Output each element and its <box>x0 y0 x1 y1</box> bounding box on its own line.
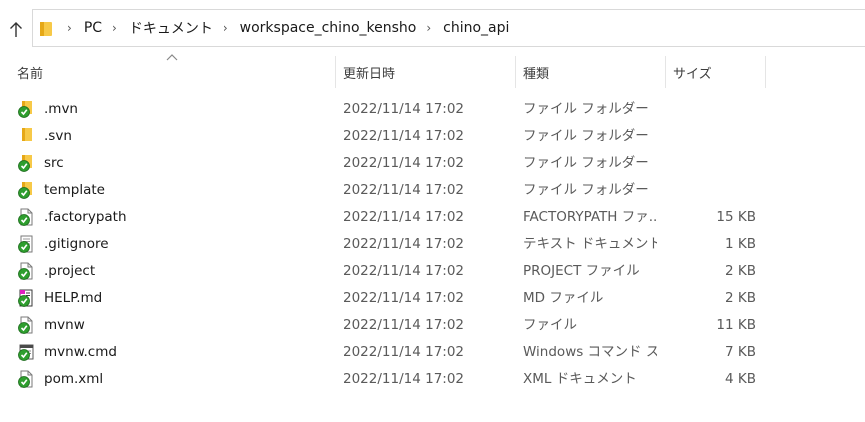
file-name[interactable]: .factorypath <box>44 204 127 231</box>
file-name[interactable]: .mvn <box>44 96 78 123</box>
file-row[interactable]: .project 2022/11/14 17:02 PROJECT ファイル 2… <box>0 258 865 285</box>
file-date: 2022/11/14 17:02 <box>343 290 465 306</box>
file-type: ファイル フォルダー <box>523 155 649 171</box>
column-divider[interactable] <box>515 56 516 88</box>
folder-check-icon <box>17 154 35 172</box>
file-name[interactable]: mvnw.cmd <box>44 339 117 366</box>
file-type: XML ドキュメント <box>523 371 637 387</box>
file-name[interactable]: src <box>44 150 64 177</box>
file-type: ファイル フォルダー <box>523 128 649 144</box>
folder-icon <box>39 21 53 36</box>
column-header-type[interactable]: 種類 <box>523 56 549 88</box>
file-date: 2022/11/14 17:02 <box>343 128 465 144</box>
file-type: テキスト ドキュメント <box>523 236 657 252</box>
file-type: ファイル フォルダー <box>523 182 649 198</box>
file-check-icon <box>17 316 35 334</box>
column-headers: 名前 更新日時 種類 サイズ <box>0 56 865 88</box>
address-bar[interactable]: › PC › ドキュメント › workspace_chino_kensho ›… <box>32 9 865 47</box>
file-size: 2 KB <box>725 263 756 279</box>
file-check-icon <box>17 370 35 388</box>
breadcrumb-documents[interactable]: ドキュメント <box>129 18 213 38</box>
chevron-right-icon[interactable]: › <box>223 21 228 35</box>
file-size: 1 KB <box>725 236 756 252</box>
file-list: .mvn 2022/11/14 17:02 ファイル フォルダー .svn 20… <box>0 96 865 393</box>
up-arrow-icon[interactable] <box>6 18 26 42</box>
breadcrumb-workspace[interactable]: workspace_chino_kensho <box>240 20 417 36</box>
file-date: 2022/11/14 17:02 <box>343 317 465 333</box>
folder-check-icon <box>17 181 35 199</box>
file-row[interactable]: template 2022/11/14 17:02 ファイル フォルダー <box>0 177 865 204</box>
file-row[interactable]: src 2022/11/14 17:02 ファイル フォルダー <box>0 150 865 177</box>
file-row[interactable]: HELP.md 2022/11/14 17:02 MD ファイル 2 KB <box>0 285 865 312</box>
file-date: 2022/11/14 17:02 <box>343 155 465 171</box>
file-name[interactable]: mvnw <box>44 312 85 339</box>
file-type: MD ファイル <box>523 290 604 306</box>
file-size <box>660 150 756 177</box>
file-name[interactable]: template <box>44 177 105 204</box>
file-date: 2022/11/14 17:02 <box>343 236 465 252</box>
file-check-icon <box>17 208 35 226</box>
file-size: 15 KB <box>716 209 756 225</box>
file-type: PROJECT ファイル <box>523 263 640 279</box>
file-size: 7 KB <box>725 344 756 360</box>
file-name[interactable]: pom.xml <box>44 366 103 393</box>
file-row[interactable]: mvnw 2022/11/14 17:02 ファイル 11 KB <box>0 312 865 339</box>
chevron-right-icon[interactable]: › <box>67 21 72 35</box>
file-type: FACTORYPATH ファ... <box>523 209 657 225</box>
file-size: 4 KB <box>725 371 756 387</box>
cmd-file-check-icon <box>17 343 35 361</box>
file-type: ファイル <box>523 317 577 333</box>
file-row[interactable]: pom.xml 2022/11/14 17:02 XML ドキュメント 4 KB <box>0 366 865 393</box>
file-date: 2022/11/14 17:02 <box>343 209 465 225</box>
file-row[interactable]: .gitignore 2022/11/14 17:02 テキスト ドキュメント … <box>0 231 865 258</box>
file-row[interactable]: mvnw.cmd 2022/11/14 17:02 Windows コマンド ス… <box>0 339 865 366</box>
chevron-right-icon[interactable]: › <box>112 21 117 35</box>
text-file-check-icon <box>17 235 35 253</box>
file-row[interactable]: .mvn 2022/11/14 17:02 ファイル フォルダー <box>0 96 865 123</box>
file-size <box>660 123 756 150</box>
file-name[interactable]: .gitignore <box>44 231 109 258</box>
column-header-size[interactable]: サイズ <box>673 56 712 88</box>
file-date: 2022/11/14 17:02 <box>343 371 465 387</box>
file-row[interactable]: .svn 2022/11/14 17:02 ファイル フォルダー <box>0 123 865 150</box>
file-size <box>660 96 756 123</box>
file-date: 2022/11/14 17:02 <box>343 263 465 279</box>
breadcrumb-pc[interactable]: PC <box>84 20 102 36</box>
file-date: 2022/11/14 17:02 <box>343 182 465 198</box>
file-type: Windows コマンド ス... <box>523 344 657 360</box>
file-name[interactable]: .svn <box>44 123 72 150</box>
file-size <box>660 177 756 204</box>
column-divider[interactable] <box>665 56 666 88</box>
file-date: 2022/11/14 17:02 <box>343 344 465 360</box>
file-type: ファイル フォルダー <box>523 101 649 117</box>
file-check-icon <box>17 262 35 280</box>
column-header-date[interactable]: 更新日時 <box>343 56 395 88</box>
chevron-right-icon[interactable]: › <box>426 21 431 35</box>
column-divider[interactable] <box>335 56 336 88</box>
md-file-check-icon <box>17 289 35 307</box>
column-divider[interactable] <box>765 56 766 88</box>
file-size: 2 KB <box>725 290 756 306</box>
folder-icon <box>17 127 35 145</box>
file-row[interactable]: .factorypath 2022/11/14 17:02 FACTORYPAT… <box>0 204 865 231</box>
folder-check-icon <box>17 100 35 118</box>
breadcrumb-current-folder[interactable]: chino_api <box>443 20 509 36</box>
file-date: 2022/11/14 17:02 <box>343 101 465 117</box>
file-name[interactable]: HELP.md <box>44 285 102 312</box>
file-size: 11 KB <box>716 317 756 333</box>
column-header-name[interactable]: 名前 <box>17 56 43 88</box>
file-name[interactable]: .project <box>44 258 95 285</box>
